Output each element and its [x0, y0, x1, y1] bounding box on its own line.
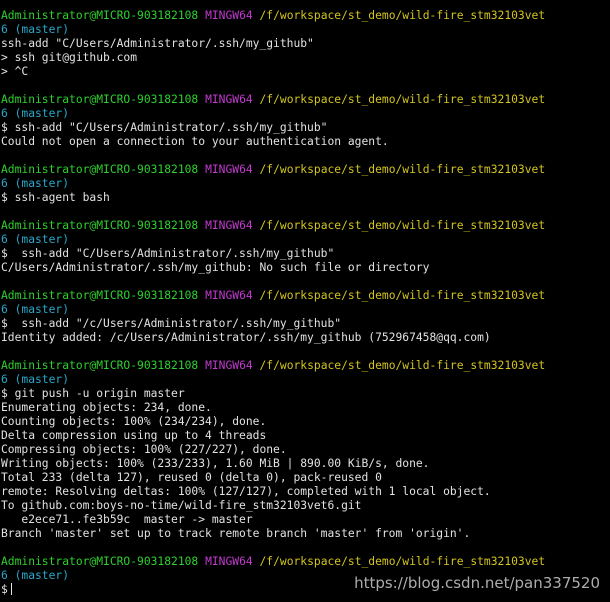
- output-line: Compressing objects: 100% (227/227), don…: [1, 443, 287, 456]
- prompt-user-host: Administrator@MICRO-903182108: [1, 219, 199, 232]
- prompt-header: Administrator@MICRO-903182108 MINGW64 /f…: [1, 555, 609, 569]
- prompt-header: Administrator@MICRO-903182108 MINGW64 /f…: [1, 93, 609, 107]
- output-line: > ssh git@github.com: [1, 51, 138, 64]
- output-line: Counting objects: 100% (234/234), done.: [1, 415, 267, 428]
- prompt-branch: 6 (master): [1, 233, 70, 246]
- terminal-output[interactable]: Administrator@MICRO-903182108 MINGW64 /f…: [1, 9, 609, 597]
- output-line: $ ssh-add "/c/Users/Administrator/.ssh/m…: [1, 317, 342, 330]
- prompt-path: /f/workspace/st_demo/wild-fire_stm32103v…: [259, 93, 546, 106]
- prompt-header: Administrator@MICRO-903182108 MINGW64 /f…: [1, 359, 609, 373]
- prompt-path: /f/workspace/st_demo/wild-fire_stm32103v…: [259, 163, 546, 176]
- prompt-env: MINGW64: [205, 219, 253, 232]
- output-line: Branch 'master' set up to track remote b…: [1, 527, 471, 540]
- prompt-path: /f/workspace/st_demo/wild-fire_stm32103v…: [259, 555, 546, 568]
- output-line: Writing objects: 100% (233/233), 1.60 Mi…: [1, 457, 430, 470]
- prompt-symbol: $: [1, 583, 8, 596]
- prompt-user-host: Administrator@MICRO-903182108: [1, 289, 199, 302]
- prompt-env: MINGW64: [205, 359, 253, 372]
- text-cursor: [10, 583, 12, 595]
- output-line: $ ssh-add "C/Users/Administrator/.ssh/my…: [1, 121, 328, 134]
- prompt-env: MINGW64: [205, 93, 253, 106]
- prompt-env: MINGW64: [205, 289, 253, 302]
- output-line: Total 233 (delta 127), reused 0 (delta 0…: [1, 471, 382, 484]
- output-line: Enumerating objects: 234, done.: [1, 401, 212, 414]
- prompt-user-host: Administrator@MICRO-903182108: [1, 93, 199, 106]
- output-line: $ ssh-agent bash: [1, 191, 110, 204]
- prompt-branch: 6 (master): [1, 177, 70, 190]
- output-line: Delta compression using up to 4 threads: [1, 429, 267, 442]
- output-line: $ git push -u origin master: [1, 387, 185, 400]
- output-line: remote: Resolving deltas: 100% (127/127)…: [1, 485, 491, 498]
- output-line: ssh-add "C/Users/Administrator/.ssh/my_g…: [1, 37, 314, 50]
- output-line: e2ece71..fe3b59c master -> master: [1, 513, 253, 526]
- prompt-branch: 6 (master): [1, 373, 70, 386]
- prompt-header: Administrator@MICRO-903182108 MINGW64 /f…: [1, 219, 609, 233]
- output-line: $ ssh-add "C/Users/Administrator/.ssh/my…: [1, 247, 335, 260]
- output-line: > ^C: [1, 65, 29, 78]
- prompt-header: Administrator@MICRO-903182108 MINGW64 /f…: [1, 289, 609, 303]
- output-line: Could not open a connection to your auth…: [1, 135, 389, 148]
- output-line: C/Users/Administrator/.ssh/my_github: No…: [1, 261, 430, 274]
- prompt-branch: 6 (master): [1, 107, 70, 120]
- watermark: https://blog.csdn.net/pan337520: [354, 574, 600, 592]
- prompt-path: /f/workspace/st_demo/wild-fire_stm32103v…: [259, 9, 546, 22]
- prompt-header: Administrator@MICRO-903182108 MINGW64 /f…: [1, 163, 609, 177]
- output-line: To github.com:boys-no-time/wild-fire_stm…: [1, 499, 362, 512]
- prompt-user-host: Administrator@MICRO-903182108: [1, 9, 199, 22]
- prompt-env: MINGW64: [205, 555, 253, 568]
- prompt-user-host: Administrator@MICRO-903182108: [1, 555, 199, 568]
- prompt-path: /f/workspace/st_demo/wild-fire_stm32103v…: [259, 219, 546, 232]
- prompt-branch: 6 (master): [1, 23, 70, 36]
- prompt-user-host: Administrator@MICRO-903182108: [1, 359, 199, 372]
- prompt-env: MINGW64: [205, 163, 253, 176]
- prompt-user-host: Administrator@MICRO-903182108: [1, 163, 199, 176]
- prompt-header: Administrator@MICRO-903182108 MINGW64 /f…: [1, 9, 609, 23]
- prompt-path: /f/workspace/st_demo/wild-fire_stm32103v…: [259, 359, 546, 372]
- output-line: Identity added: /c/Users/Administrator/.…: [1, 331, 491, 344]
- prompt-branch: 6 (master): [1, 303, 70, 316]
- prompt-env: MINGW64: [205, 9, 253, 22]
- prompt-path: /f/workspace/st_demo/wild-fire_stm32103v…: [259, 289, 546, 302]
